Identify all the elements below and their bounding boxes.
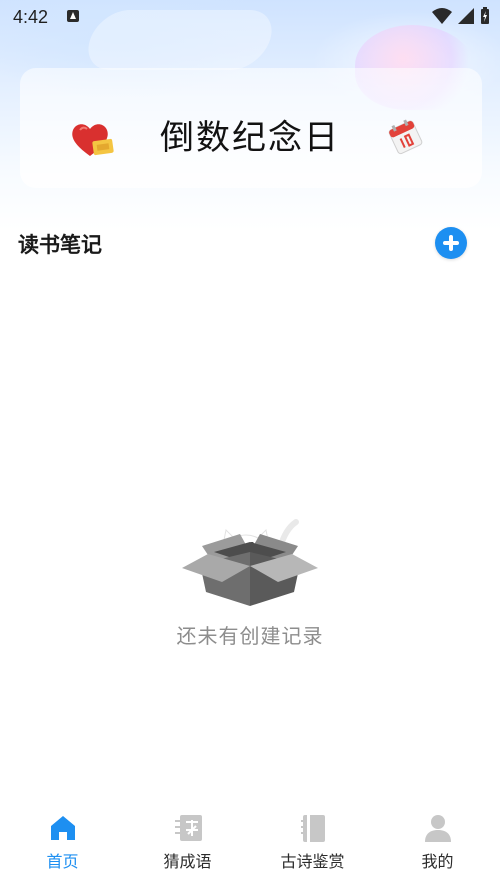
home-icon xyxy=(51,816,75,840)
person-icon xyxy=(425,815,451,842)
nav-item-profile[interactable]: 我的 xyxy=(375,812,500,882)
nav-item-idiom[interactable]: 猜成语 xyxy=(125,812,250,882)
wifi-icon xyxy=(432,8,452,24)
nav-label-poetry: 古诗鉴赏 xyxy=(280,852,345,871)
status-time: 4:42 xyxy=(13,7,49,27)
nav-label-home: 首页 xyxy=(46,852,79,871)
calendar-icon xyxy=(388,119,423,155)
empty-state-message: 还未有创建记录 xyxy=(176,624,324,648)
nav-label-idiom: 猜成语 xyxy=(163,852,212,871)
bottom-navigation: 首页 猜成语 古诗鉴赏 我的 xyxy=(0,800,500,888)
nav-label-profile: 我的 xyxy=(421,852,454,871)
section-title: 读书笔记 xyxy=(18,233,102,257)
status-bar: 4:42 xyxy=(0,0,500,34)
book-icon xyxy=(301,815,325,842)
battery-charging-icon xyxy=(481,7,489,24)
app-notification-icon xyxy=(67,10,79,22)
signal-icon xyxy=(458,8,474,24)
idiom-icon xyxy=(175,815,202,841)
status-icons xyxy=(432,6,490,26)
add-note-button[interactable] xyxy=(435,227,467,259)
nav-item-home[interactable]: 首页 xyxy=(0,812,125,882)
nav-item-poetry[interactable]: 古诗鉴赏 xyxy=(250,812,375,882)
cat-in-box-icon xyxy=(182,519,318,606)
